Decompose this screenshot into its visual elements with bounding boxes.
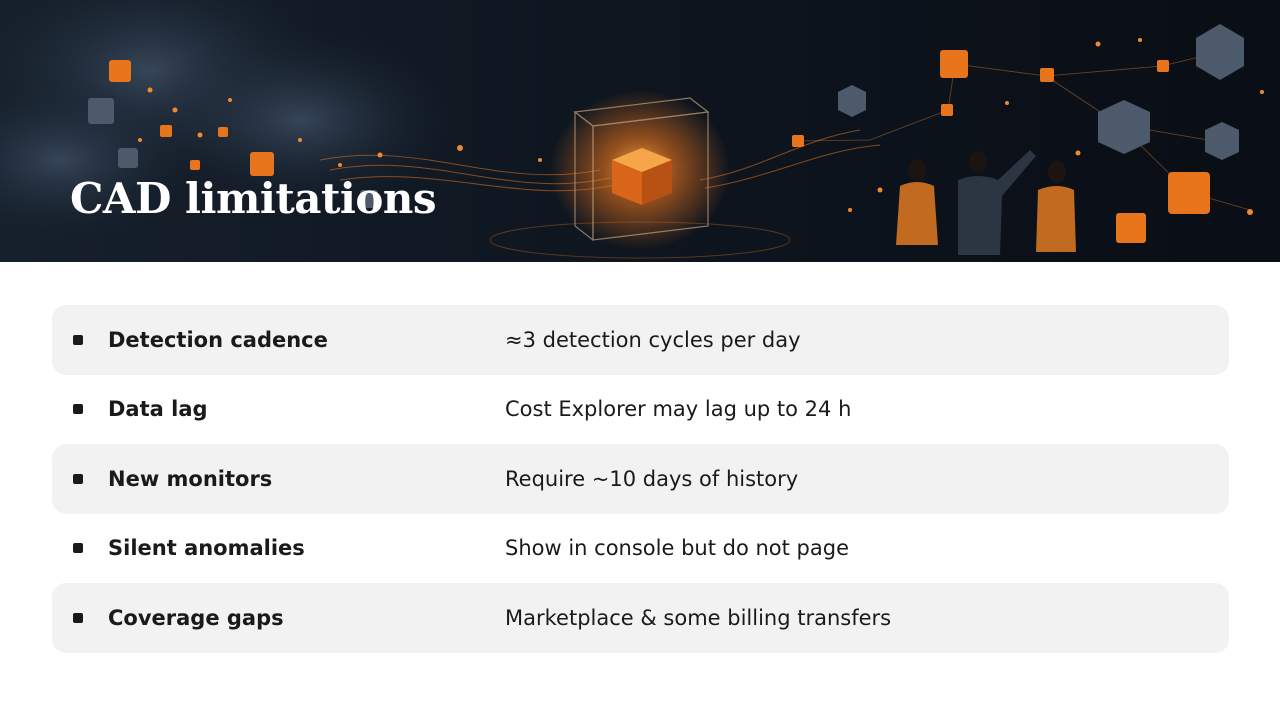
item-label: Silent anomalies — [108, 536, 305, 561]
item-label: Data lag — [108, 397, 208, 422]
limitations-list: Detection cadence ≈3 detection cycles pe… — [52, 305, 1229, 653]
list-item: Data lag Cost Explorer may lag up to 24 … — [52, 375, 1229, 445]
bullet-icon — [73, 334, 83, 345]
item-value: ≈3 detection cycles per day — [505, 327, 801, 352]
list-item: Coverage gaps Marketplace & some billing… — [52, 583, 1229, 653]
header-banner: CAD limitations — [0, 0, 1280, 262]
item-value: Cost Explorer may lag up to 24 h — [505, 397, 852, 422]
slide-title: CAD limitations — [70, 174, 437, 223]
item-value: Marketplace & some billing transfers — [505, 605, 892, 630]
list-item: Detection cadence ≈3 detection cycles pe… — [52, 305, 1229, 375]
list-item: Silent anomalies Show in console but do … — [52, 514, 1229, 584]
item-label: New monitors — [108, 466, 273, 491]
item-value: Require ~10 days of history — [505, 466, 799, 491]
item-value: Show in console but do not page — [505, 536, 849, 561]
bullet-icon — [73, 473, 83, 484]
bullet-icon — [73, 543, 83, 554]
item-label: Coverage gaps — [108, 605, 284, 630]
list-item: New monitors Require ~10 days of history — [52, 444, 1229, 514]
bullet-icon — [73, 404, 83, 415]
item-label: Detection cadence — [108, 327, 328, 352]
bullet-icon — [73, 612, 83, 623]
